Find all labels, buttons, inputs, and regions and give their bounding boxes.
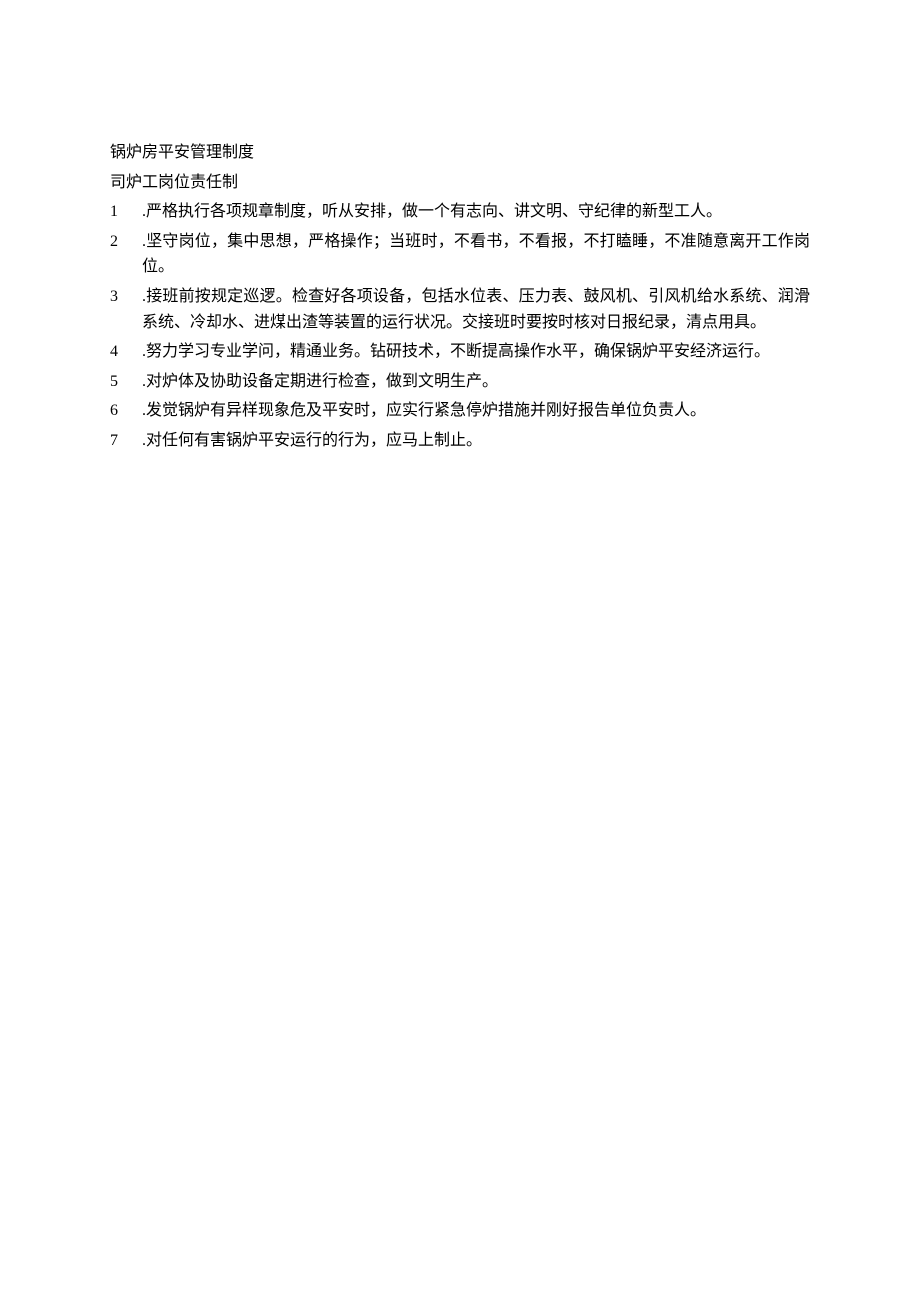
- list-item: 3 .接班前按规定巡逻。检查好各项设备，包括水位表、压力表、鼓风机、引风机给水系…: [110, 284, 810, 335]
- document-title: 锅炉房平安管理制度: [110, 140, 810, 166]
- item-number: 4: [110, 339, 136, 365]
- item-number: 1: [110, 199, 136, 225]
- item-text: .严格执行各项规章制度，听从安排，做一个有志向、讲文明、守纪律的新型工人。: [136, 199, 810, 225]
- item-number: 3: [110, 284, 136, 335]
- item-number: 5: [110, 369, 136, 395]
- list-item: 1 .严格执行各项规章制度，听从安排，做一个有志向、讲文明、守纪律的新型工人。: [110, 199, 810, 225]
- item-text: .对任何有害锅炉平安运行的行为，应马上制止。: [136, 428, 810, 454]
- item-number: 6: [110, 398, 136, 424]
- list-item: 6 .发觉锅炉有异样现象危及平安时，应实行紧急停炉措施并刚好报告单位负责人。: [110, 398, 810, 424]
- document-subtitle: 司炉工岗位责任制: [110, 170, 810, 196]
- item-text: .发觉锅炉有异样现象危及平安时，应实行紧急停炉措施并刚好报告单位负责人。: [136, 398, 810, 424]
- list-item: 2 .坚守岗位，集中思想，严格操作；当班时，不看书，不看报，不打瞌睡，不准随意离…: [110, 229, 810, 280]
- item-number: 2: [110, 229, 136, 280]
- item-text: .努力学习专业学问，精通业务。钻研技术，不断提高操作水平，确保锅炉平安经济运行。: [136, 339, 810, 365]
- item-text: .接班前按规定巡逻。检查好各项设备，包括水位表、压力表、鼓风机、引风机给水系统、…: [136, 284, 810, 335]
- list-item: 4 .努力学习专业学问，精通业务。钻研技术，不断提高操作水平，确保锅炉平安经济运…: [110, 339, 810, 365]
- document-page: 锅炉房平安管理制度 司炉工岗位责任制 1 .严格执行各项规章制度，听从安排，做一…: [0, 0, 920, 454]
- list-item: 7 .对任何有害锅炉平安运行的行为，应马上制止。: [110, 428, 810, 454]
- item-text: .坚守岗位，集中思想，严格操作；当班时，不看书，不看报，不打瞌睡，不准随意离开工…: [136, 229, 810, 280]
- item-text: .对炉体及协助设备定期进行检查，做到文明生产。: [136, 369, 810, 395]
- list-item: 5 .对炉体及协助设备定期进行检查，做到文明生产。: [110, 369, 810, 395]
- item-number: 7: [110, 428, 136, 454]
